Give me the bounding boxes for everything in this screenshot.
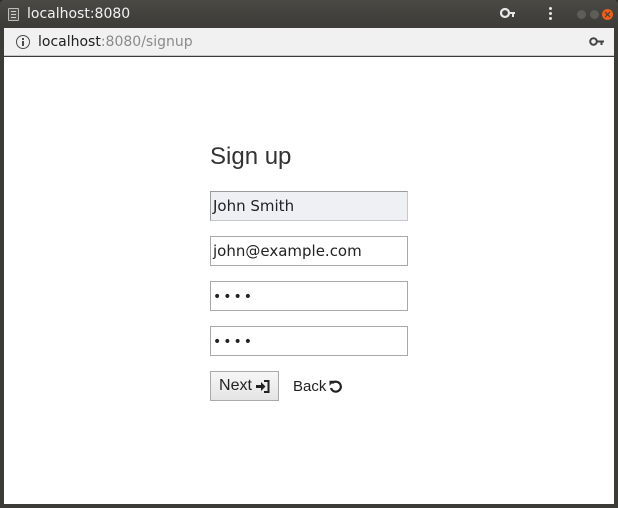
minimize-icon[interactable] — [577, 10, 586, 19]
next-button[interactable]: Next — [210, 371, 279, 401]
page-icon — [8, 8, 19, 21]
url-path: :8080/signup — [100, 34, 193, 50]
email-field[interactable]: john@example.com — [210, 236, 408, 266]
address-bar[interactable]: localhost:8080/signup — [4, 28, 614, 56]
password-value: •••• — [213, 289, 255, 305]
info-icon[interactable] — [16, 35, 30, 49]
key-icon[interactable] — [589, 36, 605, 48]
confirm-password-field[interactable]: •••• — [210, 326, 408, 356]
next-button-label: Next — [219, 377, 252, 394]
confirm-password-value: •••• — [213, 334, 255, 350]
sign-in-icon — [255, 379, 270, 393]
back-link-label: Back — [293, 377, 327, 395]
url-host: localhost — [38, 34, 101, 50]
name-field[interactable]: John Smith — [210, 191, 408, 221]
back-link[interactable]: Back — [293, 371, 343, 401]
page-viewport: Sign up John Smith john@example.com ••••… — [4, 57, 614, 504]
undo-icon — [329, 380, 343, 393]
url-field[interactable]: localhost:8080/signup — [38, 33, 193, 51]
browser-window: localhost:8080 localhost:8080/signup Sig… — [0, 0, 618, 508]
window-title: localhost:8080 — [27, 6, 131, 22]
title-bar: localhost:8080 — [0, 0, 618, 28]
maximize-icon[interactable] — [590, 10, 599, 19]
key-icon[interactable] — [500, 7, 516, 21]
page-title: Sign up — [210, 143, 292, 170]
close-icon[interactable] — [602, 9, 613, 20]
menu-icon[interactable] — [546, 6, 554, 22]
password-field[interactable]: •••• — [210, 281, 408, 311]
